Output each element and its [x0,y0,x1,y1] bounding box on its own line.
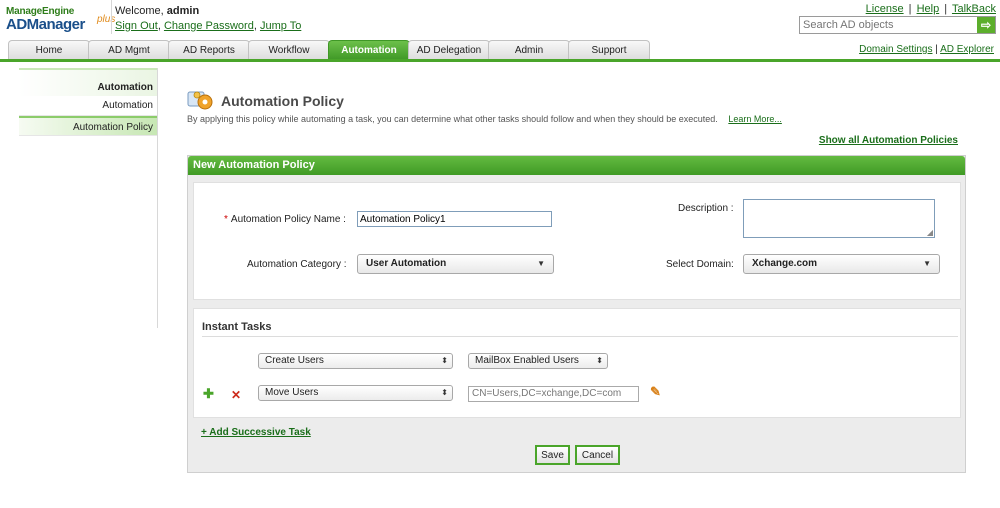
help-link[interactable]: Help [917,3,940,15]
required-marker: * [224,214,228,225]
select-arrow-icon: ⬍ [596,356,603,365]
edit-pencil-icon[interactable]: ✎ [650,385,661,398]
dropdown-arrow-icon: ▼ [537,259,545,268]
top-right-links: License | Help | TalkBack [866,3,996,15]
welcome-label: Welcome, [115,5,164,17]
task-option-select-1-value: MailBox Enabled Users [475,355,579,366]
domain-label: Select Domain: [666,259,734,270]
jump-to-link[interactable]: Jump To [260,20,301,32]
page-title: Automation Policy [221,93,344,109]
tab-home[interactable]: Home [8,40,90,60]
description-label: Description : [678,203,734,214]
sidebar-item-automation[interactable]: Automation [19,96,157,116]
domain-dropdown[interactable]: Xchange.com ▼ [743,254,940,274]
target-container-field[interactable]: CN=Users,DC=xchange,DC=com [468,386,639,402]
policy-name-label-text: Automation Policy Name : [230,214,346,225]
policy-name-label: * Automation Policy Name : [224,214,346,225]
new-policy-panel: New Automation Policy * Automation Policy… [187,155,966,473]
tab-bar [0,59,1000,62]
left-sidebar: Automation Automation Automation Policy [19,68,158,328]
task-select-1-value: Create Users [265,355,324,366]
change-password-link[interactable]: Change Password [164,20,254,32]
show-all-policies-link[interactable]: Show all Automation Policies [819,135,958,146]
search-box: ⇨ [799,16,996,34]
tab-workflow[interactable]: Workflow [248,40,330,60]
search-go-icon[interactable]: ⇨ [977,17,995,33]
tasks-divider [202,336,958,337]
link-separator: | [908,3,912,15]
ad-explorer-link[interactable]: AD Explorer [940,44,994,55]
policy-name-input[interactable] [357,211,552,227]
learn-more-link[interactable]: Learn More... [728,114,782,124]
link-separator: , [253,20,257,32]
link-separator: , [157,20,161,32]
logo-plus: plus [97,14,116,25]
search-input[interactable] [800,17,976,33]
talkback-link[interactable]: TalkBack [952,3,996,15]
save-button[interactable]: Save [535,445,570,465]
instant-tasks-box: Instant Tasks Create Users ⬍ MailBox Ena… [193,308,961,418]
tab-ad-mgmt[interactable]: AD Mgmt [88,40,170,60]
automation-gear-icon [187,91,213,110]
right-tab-links: Domain Settings | AD Explorer [859,44,994,55]
header-links: Sign Out, Change Password, Jump To [115,20,301,32]
tab-support[interactable]: Support [568,40,650,60]
remove-task-icon[interactable]: ✕ [231,389,241,402]
add-task-icon[interactable]: ✚ [203,387,214,400]
panel-title: New Automation Policy [188,156,965,175]
tab-automation[interactable]: Automation [328,40,410,60]
add-successive-task-link[interactable]: + Add Successive Task [201,427,311,438]
description-textarea[interactable]: ◢ [743,199,935,238]
instant-tasks-title: Instant Tasks [202,321,272,333]
link-separator: | [935,44,938,55]
header-divider [111,0,112,34]
category-dropdown[interactable]: User Automation ▼ [357,254,554,274]
license-link[interactable]: License [866,3,904,15]
domain-value: Xchange.com [752,258,818,269]
page-description: By applying this policy while automating… [187,114,782,124]
tab-ad-reports[interactable]: AD Reports [168,40,250,60]
task-select-2-value: Move Users [265,387,319,398]
dropdown-arrow-icon: ▼ [923,259,931,268]
logo-product: ADManager [6,16,85,33]
sidebar-heading: Automation [19,68,157,96]
task-select-1[interactable]: Create Users ⬍ [258,353,453,369]
resize-grip-icon: ◢ [926,228,933,237]
task-option-select-1[interactable]: MailBox Enabled Users ⬍ [468,353,608,369]
task-select-2[interactable]: Move Users ⬍ [258,385,453,401]
cancel-button[interactable]: Cancel [575,445,620,465]
link-separator: | [944,3,948,15]
select-arrow-icon: ⬍ [441,356,448,365]
category-label: Automation Category : [247,259,347,270]
domain-settings-link[interactable]: Domain Settings [859,44,932,55]
category-value: User Automation [366,258,447,269]
welcome-text: Welcome, admin [115,5,199,17]
tab-admin[interactable]: Admin [488,40,570,60]
sign-out-link[interactable]: Sign Out [115,20,158,32]
tab-ad-delegation[interactable]: AD Delegation [408,40,490,60]
select-arrow-icon: ⬍ [441,388,448,397]
main-tabs: Home AD Mgmt AD Reports Workflow Automat… [8,40,650,60]
username: admin [166,5,200,17]
logo: ManageEngine ADManager plus [6,6,115,36]
sidebar-item-automation-policy[interactable]: Automation Policy [19,116,157,136]
policy-details-box: *Automation Policy Name : Description : … [193,182,961,300]
description-text: By applying this policy while automating… [187,114,718,124]
